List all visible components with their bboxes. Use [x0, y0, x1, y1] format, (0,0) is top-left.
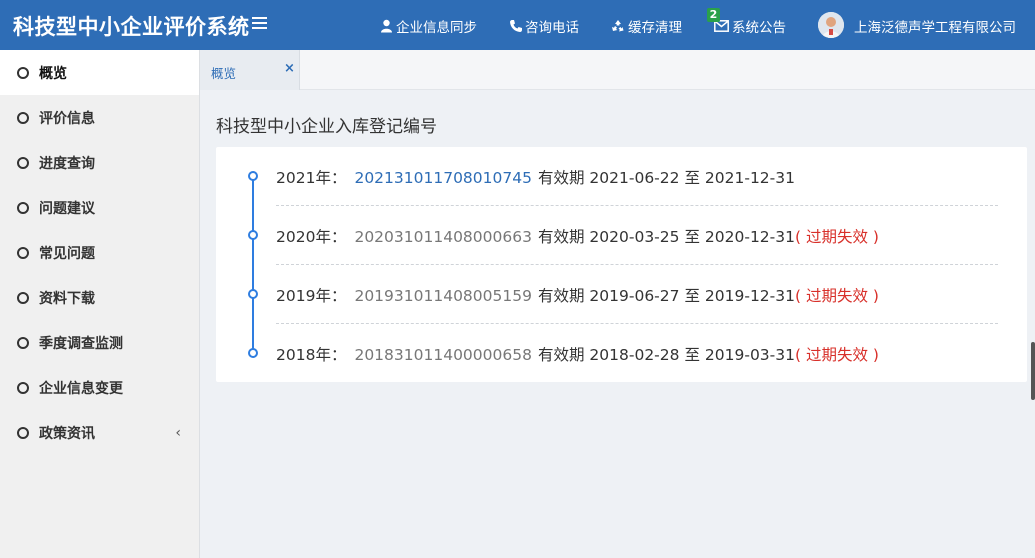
record-number-link[interactable]: 202131011708010745: [354, 169, 532, 187]
app-title: 科技型中小企业评价系统: [13, 15, 250, 39]
scrollbar-thumb[interactable]: [1031, 342, 1035, 400]
notice-label: 系统公告: [732, 20, 786, 36]
record-period-label: 有效期: [537, 346, 585, 364]
timeline-line: [252, 175, 254, 353]
record-number: 202031011408000663: [354, 228, 532, 246]
record-end-date: 2021-12-31: [704, 169, 795, 187]
chevron-left-icon[interactable]: ‹: [175, 425, 181, 441]
circle-icon: [17, 201, 29, 214]
timeline-dot-icon: [248, 171, 258, 181]
tab-label: 概览: [211, 66, 237, 81]
record-to: 至: [684, 346, 700, 364]
circle-icon: [17, 336, 29, 349]
user-avatar-icon: [818, 12, 844, 38]
sidebar-item-label: 评价信息: [39, 110, 95, 127]
record-year: 2019年：: [276, 287, 347, 305]
record-year: 2020年：: [276, 228, 347, 246]
sync-company-info-button[interactable]: 企业信息同步: [380, 16, 477, 36]
sidebar-item-quarterly-survey[interactable]: 季度调查监测: [0, 320, 199, 365]
record-end-date: 2020-12-31: [704, 228, 795, 246]
sync-label: 企业信息同步: [396, 20, 477, 36]
sidebar-item-downloads[interactable]: 资料下载: [0, 275, 199, 320]
sidebar-item-label: 政策资讯: [39, 425, 95, 442]
clear-cache-button[interactable]: 缓存清理: [611, 16, 682, 36]
record-number: 201931011408005159: [354, 287, 532, 305]
system-notice-button[interactable]: 系统公告: [714, 16, 786, 36]
timeline-dot-icon: [248, 230, 258, 240]
sidebar-item-overview[interactable]: 概览: [0, 50, 199, 95]
company-name[interactable]: 上海泛德声学工程有限公司: [854, 16, 1016, 36]
sidebar-item-label: 常见问题: [39, 245, 95, 262]
notice-count-badge: 2: [707, 8, 720, 22]
divider: [276, 264, 998, 265]
record-to: 至: [684, 169, 700, 187]
user-icon: [381, 19, 392, 33]
phone-label: 咨询电话: [525, 20, 579, 36]
timeline-dot-icon: [248, 348, 258, 358]
record-year: 2018年：: [276, 346, 347, 364]
expired-status: ( 过期失效 ): [795, 346, 879, 364]
record-start-date: 2018-02-28: [589, 346, 680, 364]
record-year: 2021年：: [276, 169, 347, 187]
sidebar-item-label: 资料下载: [39, 290, 95, 307]
sidebar-item-label: 季度调查监测: [39, 335, 123, 352]
record-end-date: 2019-03-31: [704, 346, 795, 364]
menu-toggle-icon[interactable]: [252, 14, 272, 36]
circle-icon: [17, 66, 29, 79]
consult-phone-button[interactable]: 咨询电话: [509, 16, 579, 36]
sidebar-item-label: 进度查询: [39, 155, 95, 172]
record-start-date: 2021-06-22: [589, 169, 680, 187]
record-period-label: 有效期: [537, 228, 585, 246]
tab-bar: 概览 ×: [200, 50, 1035, 90]
recycle-icon: [612, 20, 624, 32]
sidebar-item-policy-news[interactable]: 政策资讯 ‹: [0, 410, 199, 455]
sidebar-item-label: 概览: [39, 65, 67, 82]
registration-record: 2021年： 202131011708010745 有效期 2021-06-22 至…: [276, 166, 795, 188]
record-to: 至: [684, 228, 700, 246]
expired-status: ( 过期失效 ): [795, 228, 879, 246]
record-number: 201831011400000658: [354, 346, 532, 364]
record-end-date: 2019-12-31: [704, 287, 795, 305]
sidebar-item-label: 企业信息变更: [39, 380, 123, 397]
circle-icon: [17, 291, 29, 304]
sidebar-item-suggestions[interactable]: 问题建议: [0, 185, 199, 230]
cache-label: 缓存清理: [628, 20, 682, 36]
registration-record: 2020年： 202031011408000663 有效期 2020-03-25 至…: [276, 225, 879, 247]
circle-icon: [17, 381, 29, 394]
registration-record: 2018年： 201831011400000658 有效期 2018-02-28 至…: [276, 343, 879, 365]
sidebar-item-faq[interactable]: 常见问题: [0, 230, 199, 275]
registration-record: 2019年： 201931011408005159 有效期 2019-06-27 至…: [276, 284, 879, 306]
record-start-date: 2019-06-27: [589, 287, 680, 305]
sidebar: 概览 评价信息 进度查询 问题建议 常见问题 资料下载 季度调查监测 企业信息变…: [0, 50, 200, 558]
page-title: 科技型中小企业入库登记编号: [216, 117, 437, 137]
expired-status: ( 过期失效 ): [795, 287, 879, 305]
sidebar-item-label: 问题建议: [39, 200, 95, 217]
record-period-label: 有效期: [537, 287, 585, 305]
close-icon[interactable]: ×: [284, 61, 295, 76]
divider: [276, 323, 998, 324]
divider: [276, 205, 998, 206]
sidebar-item-progress-query[interactable]: 进度查询: [0, 140, 199, 185]
record-start-date: 2020-03-25: [589, 228, 680, 246]
top-navbar: 科技型中小企业评价系统 企业信息同步 咨询电话 缓存清理 系统公告 2 上海泛德…: [0, 0, 1035, 50]
phone-icon: [510, 20, 522, 32]
record-to: 至: [684, 287, 700, 305]
avatar[interactable]: [818, 12, 844, 38]
record-period-label: 有效期: [537, 169, 585, 187]
sidebar-item-company-info-change[interactable]: 企业信息变更: [0, 365, 199, 410]
circle-icon: [17, 156, 29, 169]
registration-timeline-card: 2021年： 202131011708010745 有效期 2021-06-22 至…: [216, 147, 1027, 382]
tab-overview[interactable]: 概览 ×: [200, 50, 300, 90]
circle-icon: [17, 246, 29, 259]
circle-icon: [17, 426, 29, 439]
circle-icon: [17, 111, 29, 124]
timeline-dot-icon: [248, 289, 258, 299]
sidebar-item-evaluation-info[interactable]: 评价信息: [0, 95, 199, 140]
